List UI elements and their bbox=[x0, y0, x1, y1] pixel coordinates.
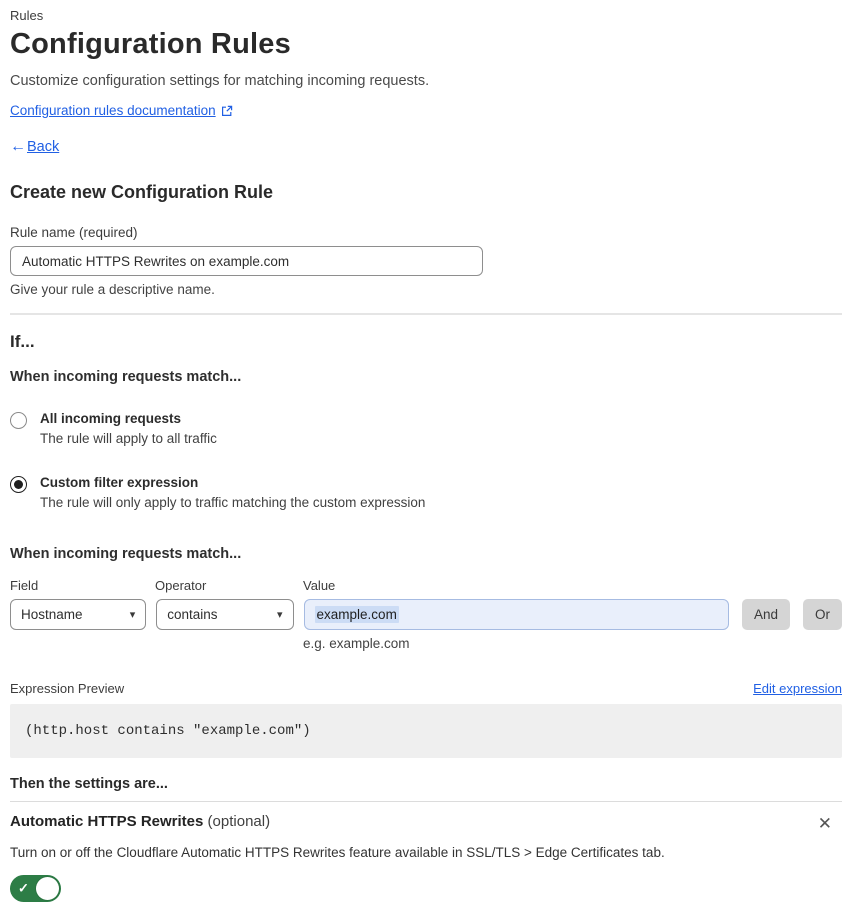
automatic-https-rewrites-toggle[interactable]: ✓ bbox=[10, 875, 61, 902]
and-button[interactable]: And bbox=[741, 599, 790, 630]
operator-select[interactable]: contains ▾ bbox=[156, 599, 294, 630]
rule-name-helper: Give your rule a descriptive name. bbox=[10, 282, 215, 297]
close-icon[interactable]: ✕ bbox=[814, 813, 836, 834]
chevron-down-icon: ▾ bbox=[277, 609, 283, 621]
radio-option-description: The rule will only apply to traffic matc… bbox=[40, 495, 426, 510]
configuration-rules-page: Rules Configuration Rules Customize conf… bbox=[0, 0, 852, 902]
expression-preview-label: Expression Preview bbox=[10, 681, 125, 696]
create-rule-heading: Create new Configuration Rule bbox=[10, 182, 274, 202]
expression-preview-code: (http.host contains "example.com") bbox=[10, 704, 842, 758]
toggle-knob bbox=[36, 877, 59, 900]
rule-name-label: Rule name (required) bbox=[10, 225, 138, 240]
value-input[interactable]: example.com bbox=[303, 599, 729, 630]
field-select-value: Hostname bbox=[21, 607, 83, 622]
operator-label: Operator bbox=[155, 578, 207, 593]
setting-optional-suffix: (optional) bbox=[203, 813, 271, 830]
field-select[interactable]: Hostname ▾ bbox=[10, 599, 147, 630]
then-settings-heading: Then the settings are... bbox=[10, 776, 168, 792]
radio-selected-icon[interactable] bbox=[10, 476, 27, 493]
or-button[interactable]: Or bbox=[803, 599, 842, 630]
external-link-icon bbox=[221, 105, 233, 117]
back-link[interactable]: Back bbox=[27, 139, 59, 155]
value-input-text: example.com bbox=[314, 606, 399, 623]
page-title: Configuration Rules bbox=[10, 28, 291, 60]
page-description: Customize configuration settings for mat… bbox=[10, 73, 430, 89]
section-divider bbox=[10, 313, 842, 315]
breadcrumb: Rules bbox=[10, 8, 44, 23]
operator-select-value: contains bbox=[167, 607, 218, 622]
value-helper: e.g. example.com bbox=[303, 636, 410, 651]
filter-builder-heading: When incoming requests match... bbox=[10, 546, 242, 562]
match-type-heading: When incoming requests match... bbox=[10, 369, 242, 385]
radio-option-label: Custom filter expression bbox=[40, 475, 199, 490]
field-label: Field bbox=[10, 578, 39, 593]
radio-option-custom-filter[interactable]: Custom filter expression The rule will o… bbox=[10, 475, 842, 510]
edit-expression-link[interactable]: Edit expression bbox=[753, 681, 842, 696]
value-label: Value bbox=[303, 578, 336, 593]
setting-name: Automatic HTTPS Rewrites bbox=[10, 813, 204, 830]
back-arrow-icon: ← bbox=[10, 138, 26, 155]
documentation-link[interactable]: Configuration rules documentation bbox=[10, 103, 216, 118]
setting-card-description: Turn on or off the Cloudflare Automatic … bbox=[10, 845, 665, 860]
radio-option-description: The rule will apply to all traffic bbox=[40, 431, 217, 446]
radio-option-all-incoming[interactable]: All incoming requests The rule will appl… bbox=[10, 411, 842, 446]
check-icon: ✓ bbox=[18, 880, 29, 896]
rule-name-input[interactable] bbox=[10, 246, 483, 276]
setting-card-title: Automatic HTTPS Rewrites (optional) bbox=[10, 813, 270, 830]
radio-option-label: All incoming requests bbox=[40, 411, 182, 426]
radio-unselected-icon[interactable] bbox=[10, 412, 27, 429]
if-heading: If... bbox=[10, 332, 35, 351]
chevron-down-icon: ▾ bbox=[129, 609, 136, 621]
card-divider bbox=[10, 801, 842, 802]
